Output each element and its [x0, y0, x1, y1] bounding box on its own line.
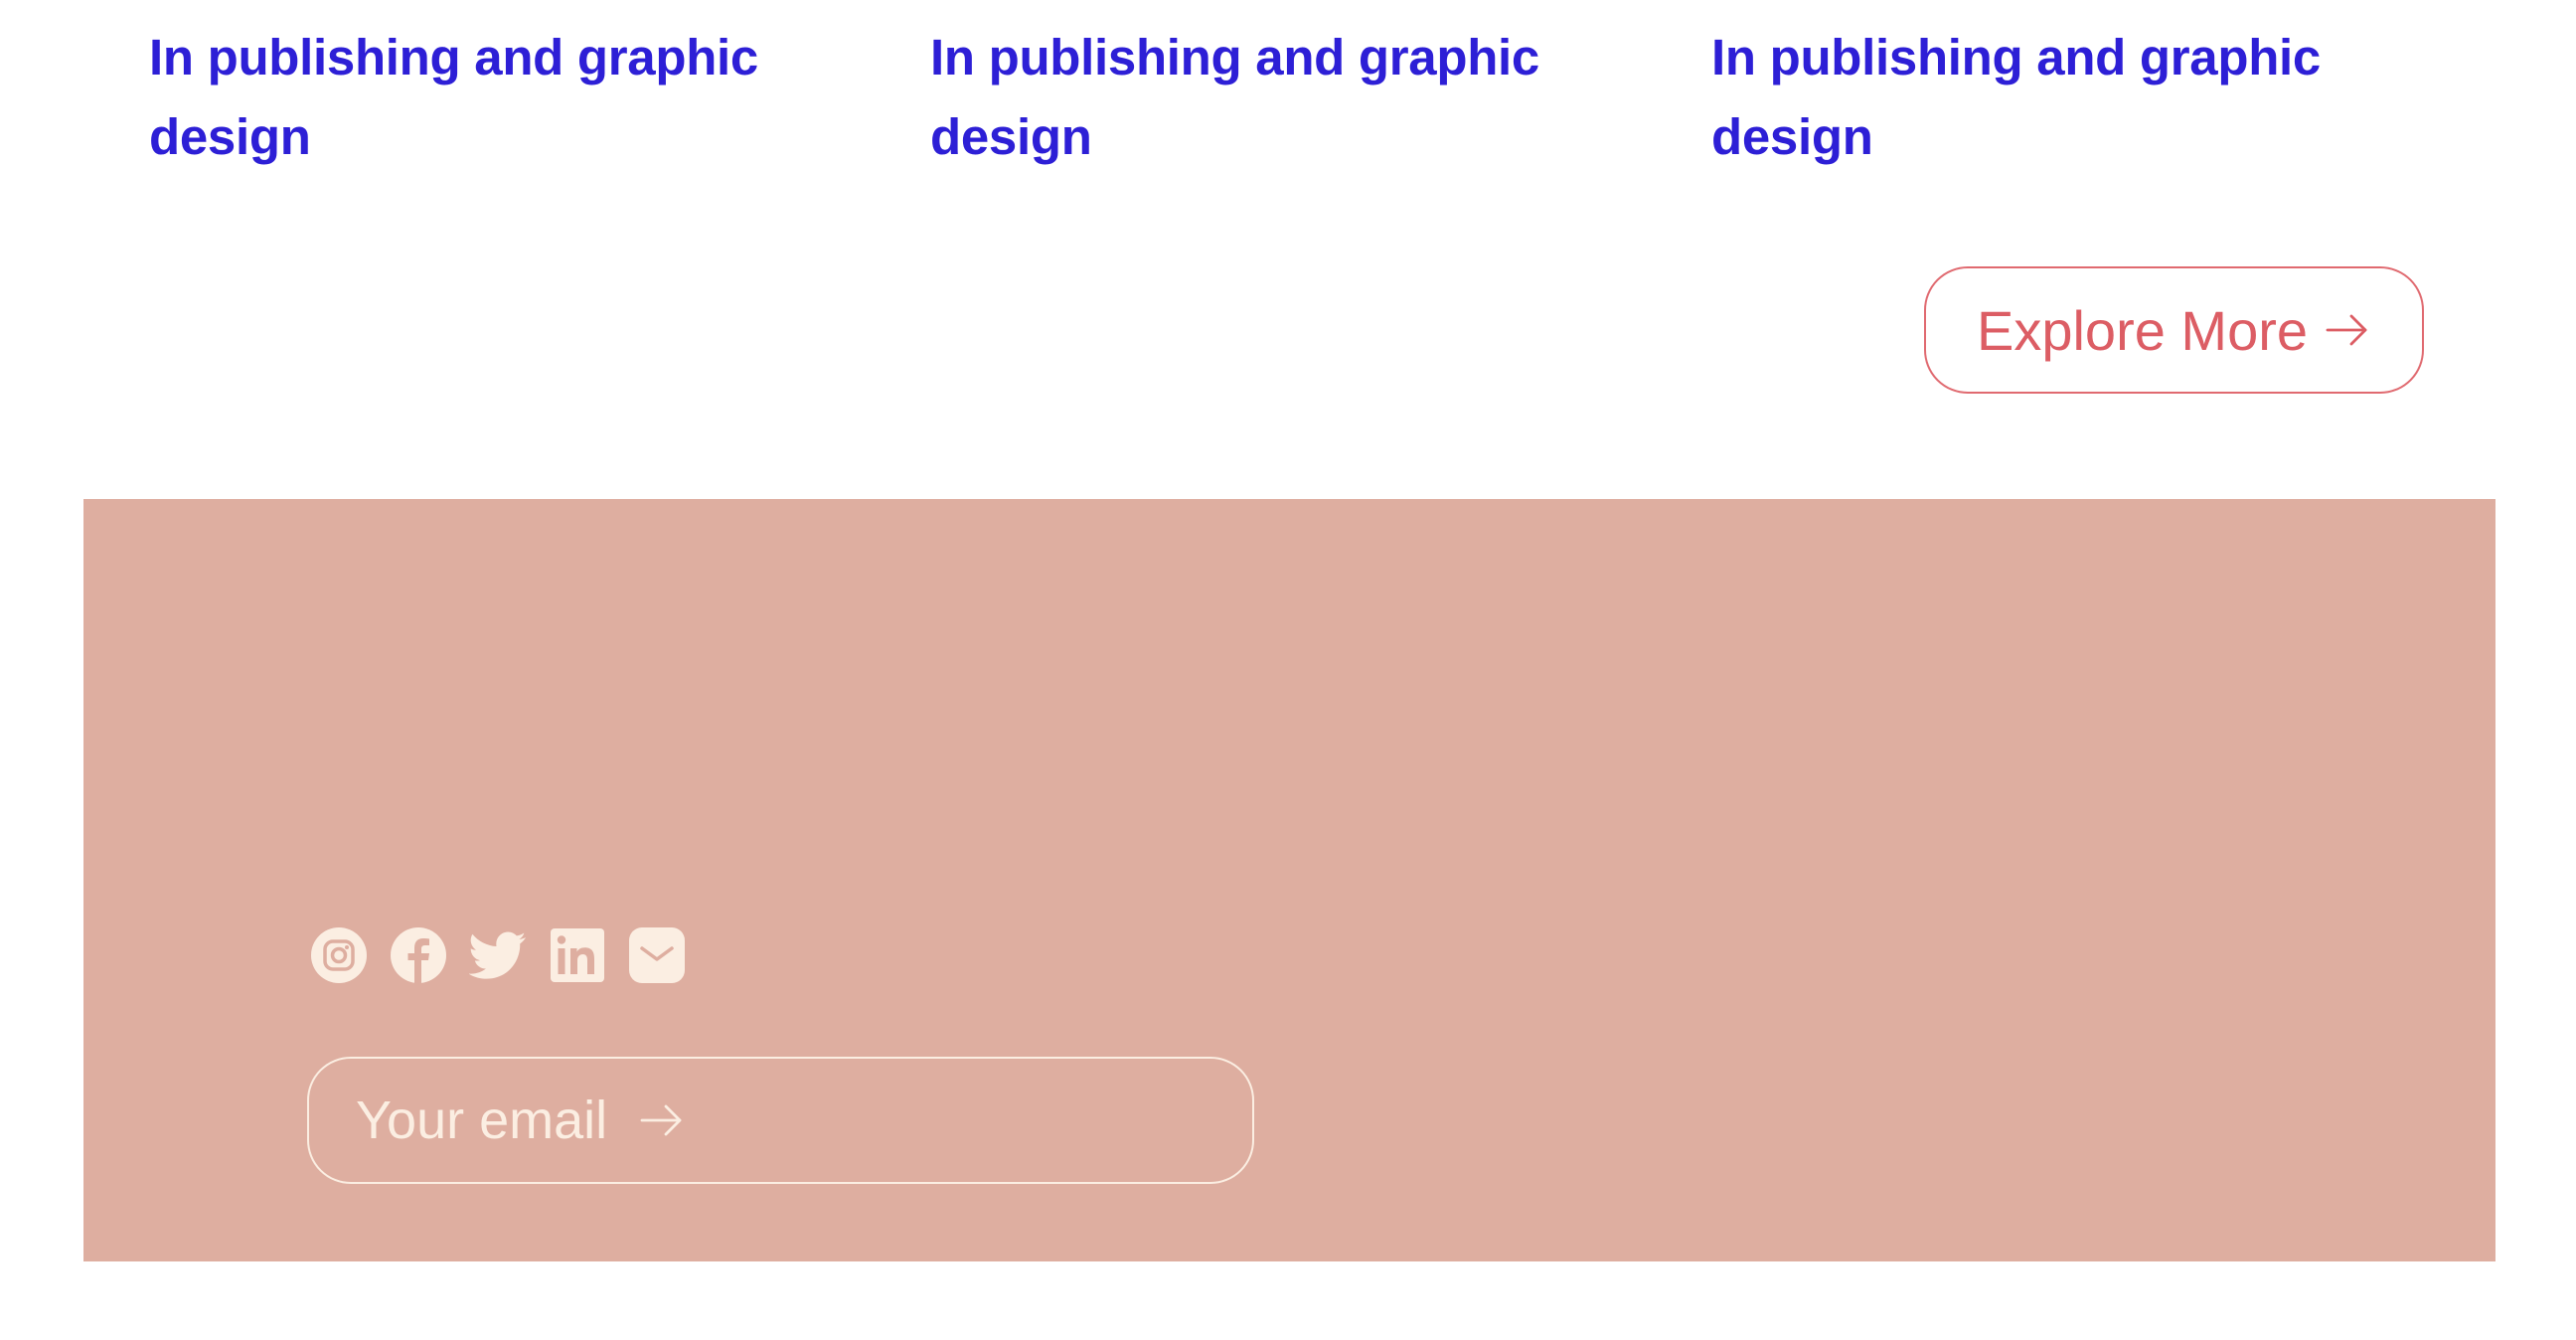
- footer: [83, 499, 2496, 1261]
- post-title-1[interactable]: In publishing and graphic design: [149, 18, 785, 177]
- facebook-icon[interactable]: [390, 926, 447, 984]
- post-title-3[interactable]: In publishing and graphic design: [1711, 18, 2347, 177]
- page: In publishing and graphic design In publ…: [0, 0, 2576, 1340]
- explore-more-label: Explore More: [1976, 298, 2309, 362]
- arrow-right-icon[interactable]: [638, 1096, 686, 1144]
- explore-more-button[interactable]: Explore More: [1924, 266, 2424, 394]
- social-links: [310, 926, 686, 984]
- mail-icon[interactable]: [628, 926, 686, 984]
- email-subscribe-field[interactable]: [307, 1057, 1254, 1184]
- post-title-2[interactable]: In publishing and graphic design: [930, 18, 1566, 177]
- arrow-right-icon: [2326, 314, 2367, 346]
- instagram-icon[interactable]: [310, 926, 368, 984]
- twitter-icon[interactable]: [469, 926, 527, 984]
- linkedin-icon[interactable]: [549, 926, 606, 984]
- email-input[interactable]: [356, 1089, 624, 1151]
